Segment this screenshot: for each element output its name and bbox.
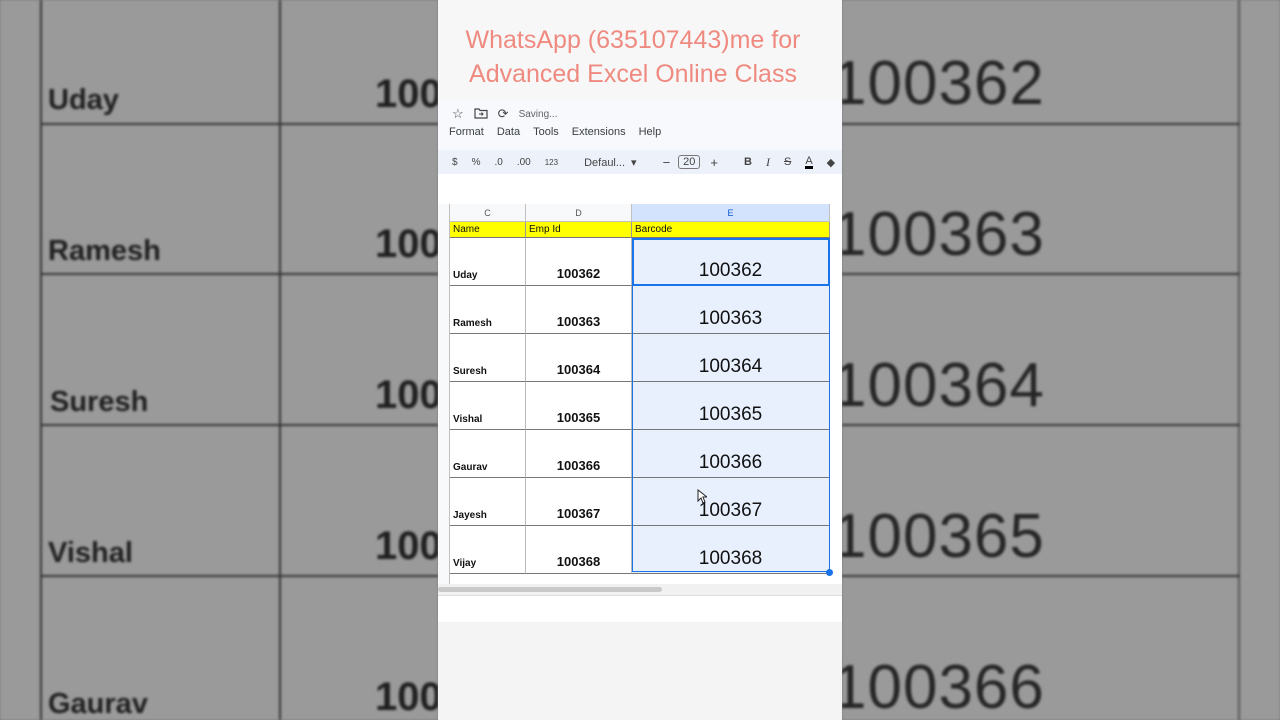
- barcode-cell[interactable]: 100364: [632, 334, 830, 382]
- name-cell[interactable]: Vijay: [450, 526, 526, 574]
- column-header-d[interactable]: D: [526, 204, 632, 222]
- emp-id-cell[interactable]: 100365: [526, 382, 632, 430]
- emp-id-cell[interactable]: 100362: [526, 238, 632, 286]
- table-row: Ramesh 100363 100363: [438, 286, 842, 334]
- name-cell[interactable]: Jayesh: [450, 478, 526, 526]
- bg-name: Gaurav: [48, 688, 148, 720]
- table-row: Vishal 100365 100365: [438, 382, 842, 430]
- promo-banner: WhatsApp (635107443)me for Advanced Exce…: [438, 0, 842, 100]
- menu-help[interactable]: Help: [639, 126, 662, 138]
- sheet-grid: C D E Name Emp Id Barcode Uday 100362 10…: [438, 204, 842, 584]
- emp-id-cell[interactable]: 100364: [526, 334, 632, 382]
- lower-area: [438, 622, 842, 720]
- star-icon[interactable]: ☆: [452, 106, 464, 122]
- font-select[interactable]: Defaul... ▾: [584, 156, 637, 169]
- table-row: Suresh 100364 100364: [438, 334, 842, 382]
- table-row: Jayesh 100367 100367: [438, 478, 842, 526]
- header-cell-barcode[interactable]: Barcode: [632, 222, 830, 238]
- font-size-input[interactable]: 20: [678, 155, 701, 169]
- title-bar-icons: ☆ ⟳ Saving...: [452, 106, 557, 122]
- emp-id-cell[interactable]: 100363: [526, 286, 632, 334]
- bg-name: Suresh: [50, 386, 149, 418]
- column-header-c[interactable]: C: [450, 204, 526, 222]
- spreadsheet-panel: WhatsApp (635107443)me for Advanced Exce…: [438, 0, 842, 720]
- font-size-decrease-button[interactable]: −: [663, 155, 671, 170]
- menu-format[interactable]: Format: [449, 126, 484, 138]
- menu-data[interactable]: Data: [497, 126, 520, 138]
- bg-id: 100: [375, 524, 438, 568]
- header-cell-emp-id[interactable]: Emp Id: [526, 222, 632, 238]
- bg-id: 100: [375, 373, 438, 417]
- sync-icon: ⟳: [497, 106, 509, 121]
- bg-id: 100: [375, 222, 438, 266]
- emp-id-cell[interactable]: 100367: [526, 478, 632, 526]
- bg-code: 100365: [842, 502, 1045, 571]
- bg-id: 100: [375, 675, 438, 719]
- bg-code: 100366: [842, 653, 1045, 720]
- increase-decimal-button[interactable]: .00: [517, 157, 531, 168]
- font-size-increase-button[interactable]: +: [710, 155, 718, 170]
- table-row: Gaurav 100366 100366: [438, 430, 842, 478]
- banner-line-1: WhatsApp (635107443)me for: [465, 26, 801, 54]
- menu-extensions[interactable]: Extensions: [572, 126, 626, 138]
- barcode-cell[interactable]: 100365: [632, 382, 830, 430]
- bg-name: Uday: [48, 84, 119, 116]
- currency-button[interactable]: $: [452, 157, 458, 168]
- number-format-button[interactable]: 123: [545, 158, 558, 167]
- emp-id-cell[interactable]: 100368: [526, 526, 632, 574]
- background-zoom-right: 100362 100363 100364 100365 100366: [842, 0, 1280, 720]
- barcode-cell[interactable]: 100366: [632, 430, 830, 478]
- toolbar: $ % .0 .00 123 Defaul... ▾ − 20 + B I S A…: [438, 150, 842, 174]
- background-zoom-left: Uday Ramesh Suresh Vishal Gaurav 100 100…: [0, 0, 438, 720]
- fill-color-icon[interactable]: ◆: [827, 156, 835, 169]
- barcode-cell[interactable]: 100368: [632, 526, 830, 574]
- text-color-button[interactable]: A: [805, 155, 813, 169]
- name-cell[interactable]: Gaurav: [450, 430, 526, 478]
- banner-line-2: Advanced Excel Online Class: [469, 60, 797, 88]
- bg-id: 100: [375, 72, 438, 116]
- barcode-cell[interactable]: 100362: [632, 238, 830, 286]
- sheet-bottom-area: [438, 596, 842, 622]
- decrease-decimal-button[interactable]: .0: [494, 157, 502, 168]
- barcode-cell[interactable]: 100367: [632, 478, 830, 526]
- move-to-folder-icon[interactable]: [474, 107, 488, 122]
- table-row: Uday 100362 100362: [438, 238, 842, 286]
- bg-code: 100363: [842, 200, 1045, 269]
- menu-tools[interactable]: Tools: [533, 126, 559, 138]
- menu-bar: Format Data Tools Extensions Help: [449, 126, 661, 138]
- italic-button[interactable]: I: [766, 155, 770, 170]
- scrollbar-thumb[interactable]: [438, 587, 662, 592]
- name-cell[interactable]: Suresh: [450, 334, 526, 382]
- formula-bar-area: [438, 174, 842, 204]
- menu-area: ☆ ⟳ Saving... Format Data Tools Extensio…: [438, 100, 842, 150]
- table-row: Vijay 100368 100368: [438, 526, 842, 574]
- mouse-cursor-icon: [697, 488, 709, 507]
- name-cell[interactable]: Ramesh: [450, 286, 526, 334]
- chevron-down-icon: ▾: [631, 156, 637, 169]
- percent-button[interactable]: %: [472, 157, 481, 168]
- header-cell-name[interactable]: Name: [450, 222, 526, 238]
- bg-code: 100362: [842, 49, 1045, 118]
- saving-status: Saving...: [518, 108, 558, 120]
- name-cell[interactable]: Uday: [450, 238, 526, 286]
- emp-id-cell[interactable]: 100366: [526, 430, 632, 478]
- bold-button[interactable]: B: [744, 156, 752, 168]
- horizontal-scrollbar[interactable]: [438, 584, 842, 596]
- column-header-e[interactable]: E: [632, 204, 830, 222]
- name-cell[interactable]: Vishal: [450, 382, 526, 430]
- fill-handle[interactable]: [826, 569, 833, 576]
- bg-code: 100364: [842, 351, 1045, 420]
- bg-name: Ramesh: [48, 235, 161, 267]
- strikethrough-button[interactable]: S: [784, 156, 791, 168]
- barcode-cell[interactable]: 100363: [632, 286, 830, 334]
- bg-name: Vishal: [48, 537, 133, 569]
